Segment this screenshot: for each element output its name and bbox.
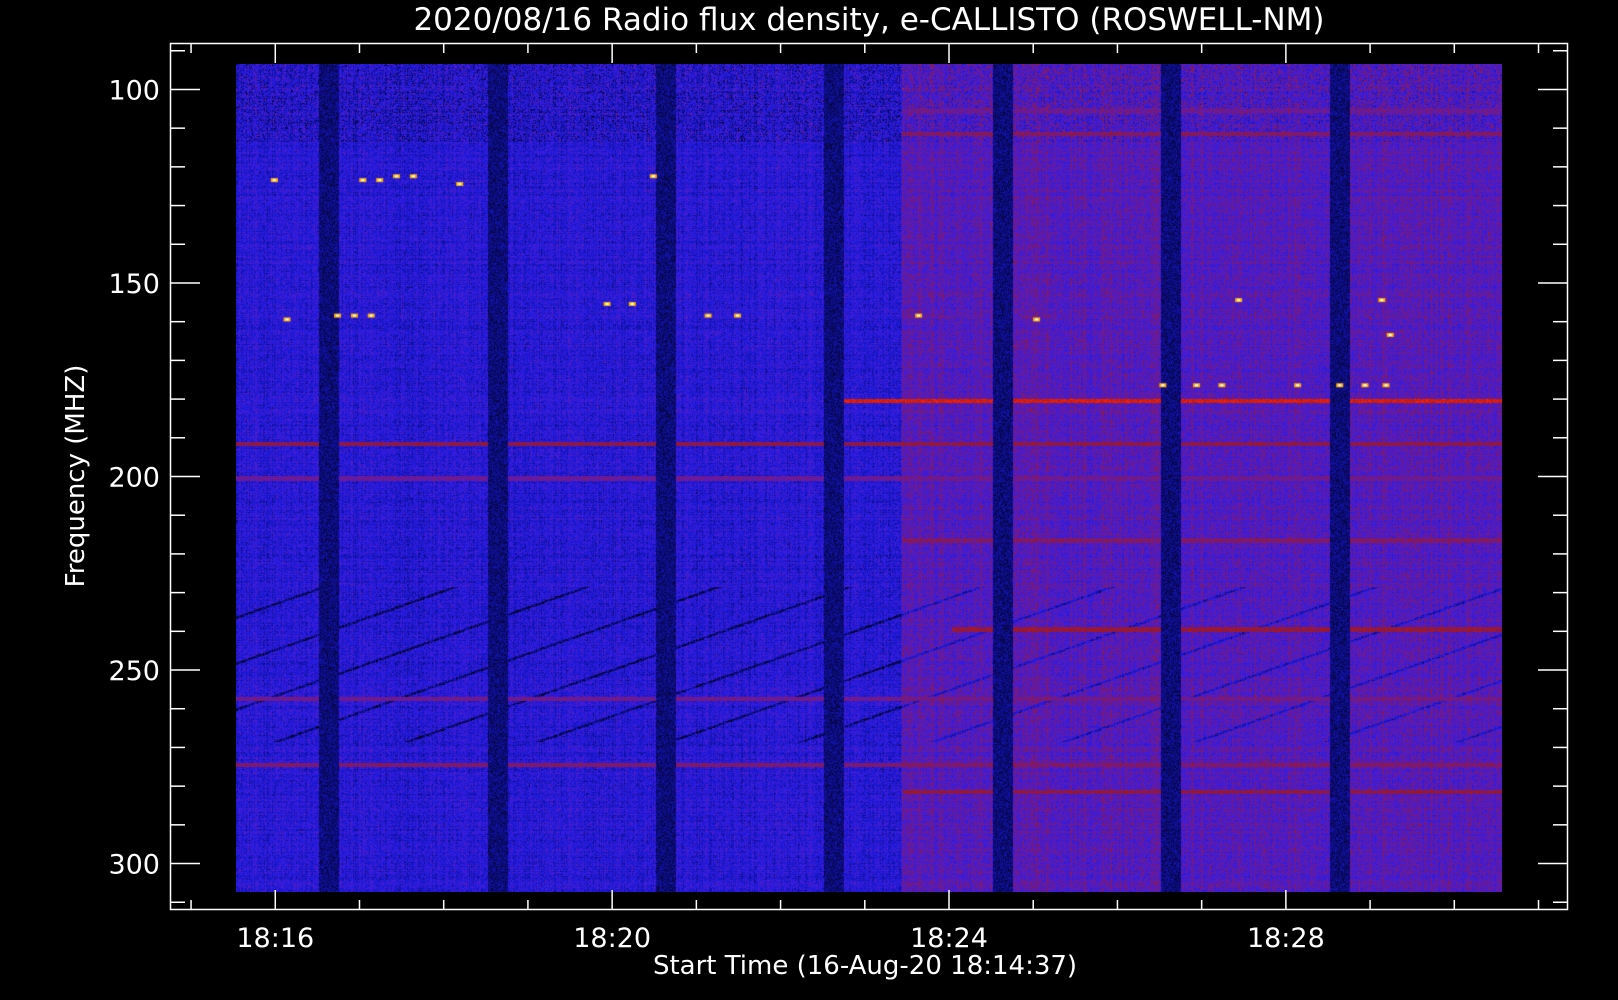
chart-title: 2020/08/16 Radio flux density, e-CALLIST… bbox=[413, 2, 1324, 38]
heatmap-image bbox=[236, 64, 1502, 892]
x-tick-label: 18:28 bbox=[1247, 923, 1325, 954]
x-tick-label: 18:20 bbox=[573, 923, 651, 954]
x-tick-label: 18:24 bbox=[910, 923, 988, 954]
spectrogram-chart: 18:16 18:20 18:24 18:28 100 150 200 250 300 2020… bbox=[0, 0, 1618, 1000]
y-tick-label: 300 bbox=[108, 850, 160, 881]
y-tick-label: 250 bbox=[108, 656, 160, 687]
x-axis-label: Start Time (16-Aug-20 18:14:37) bbox=[653, 951, 1077, 981]
x-tick-label: 18:16 bbox=[236, 923, 314, 954]
y-axis-label: Frequency (MHZ) bbox=[61, 365, 91, 588]
y-tick-label: 200 bbox=[108, 463, 160, 494]
heatmap-image-frame bbox=[236, 64, 1502, 892]
y-tick-label: 150 bbox=[108, 269, 160, 300]
y-tick-label: 100 bbox=[108, 75, 160, 106]
